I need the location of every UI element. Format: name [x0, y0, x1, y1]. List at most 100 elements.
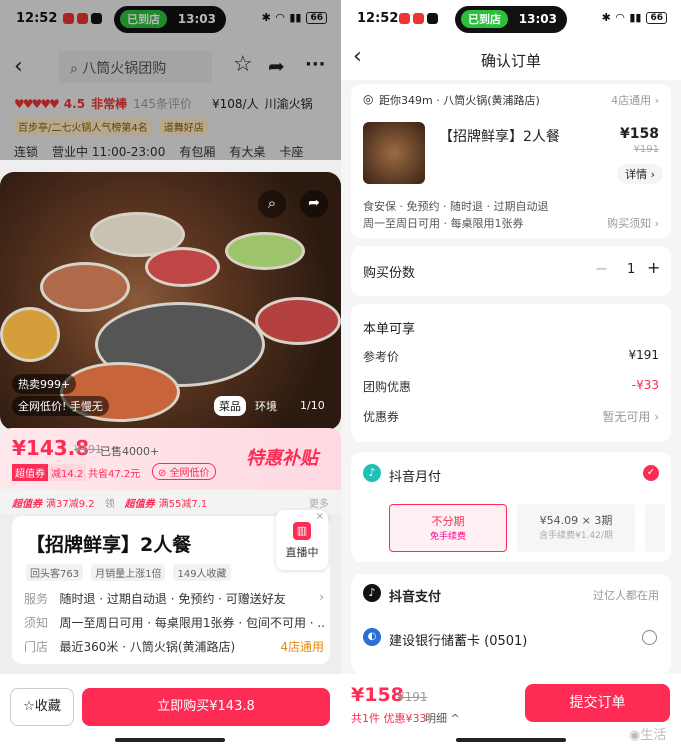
- close-icon[interactable]: ×: [316, 511, 324, 522]
- chip-sales-growth: 月销量上涨1倍: [91, 564, 166, 581]
- detail-button[interactable]: 详情 ›: [617, 164, 663, 184]
- signal-icon: ▮▮: [629, 11, 642, 24]
- favorite-label: 收藏: [34, 699, 61, 714]
- star-outline-icon: ☆: [23, 699, 35, 714]
- minus-icon[interactable]: −: [595, 259, 608, 278]
- coupon2-tag: 超值券: [124, 498, 155, 510]
- low-price-chip: ⊘ 全网低价: [152, 463, 216, 480]
- buy-now-button[interactable]: 立即购买¥143.8: [82, 688, 330, 726]
- quantity-label: 购买份数: [363, 266, 416, 281]
- special-subsidy-title: 特惠补贴: [246, 448, 318, 469]
- price-band: ¥143.8 ¥191 已售4000+ 超值券 减14.2 共省47.2元 ⊘ …: [0, 428, 341, 490]
- photo-tab-dishes[interactable]: 菜品: [214, 396, 246, 416]
- promo-amount: 减14.2: [48, 464, 87, 481]
- live-widget[interactable]: ▥ 直播中 ×: [276, 510, 328, 570]
- douyin-pay-note: 过亿人都在用: [593, 589, 659, 602]
- status-time-right: 12:52: [357, 11, 399, 26]
- order-product-card: ◎ 距你349m · 八筒火锅(黄浦路店) 4店通用 › 【招牌鲜享】2人餐 ¥…: [351, 84, 671, 238]
- notice-label: 须知: [24, 616, 49, 630]
- checked-icon[interactable]: ✓: [643, 465, 659, 481]
- notice-row[interactable]: 须知 周一至周日可用 · 每桌限用1张券 · 包间不可用 · ...: [24, 614, 324, 631]
- douyin-pay-label: 抖音支付: [389, 590, 442, 605]
- store-location: 距你349m · 八筒火锅(黄浦路店): [379, 94, 540, 107]
- service-label: 服务: [24, 592, 49, 606]
- price-detail-label: 明细: [425, 712, 447, 725]
- wifi-icon: ◠: [615, 11, 625, 24]
- coupon-label: 优惠券: [363, 410, 400, 424]
- monthly-pay-card: ♪ 抖音月付 ✓ 不分期 免手续费 ¥54.09 × 3期 含手续费¥1.42/…: [351, 452, 671, 562]
- watermark-logo-icon: ◉: [629, 728, 641, 743]
- coupon-value: 暂无可用: [602, 410, 651, 424]
- bluetooth-icon: ✱: [601, 11, 611, 24]
- store-count[interactable]: 4店通用: [280, 638, 324, 655]
- notice-text: 周一至周日可用 · 每桌限用1张券 · 包间不可用 · ...: [59, 616, 324, 630]
- checkout-bar: ¥158 ¥191 共1件 优惠¥33 明细 ^ 提交订单 ◉生活: [341, 674, 681, 750]
- product-price: ¥158: [620, 126, 659, 142]
- live-label: 直播中: [285, 546, 319, 559]
- group-discount-label: 团购优惠: [363, 380, 412, 394]
- product-thumbnail: [363, 122, 425, 184]
- discount-card: 本单可享 参考价 ¥191 团购优惠 -¥33 优惠券 暂无可用 ›: [351, 304, 671, 442]
- watermark-text: 生活: [640, 728, 667, 743]
- ref-price-value: ¥191: [628, 348, 659, 362]
- coupon-more[interactable]: 更多: [309, 495, 329, 510]
- product-detail-screen: 12:52 已到店 13:03 ✱ ◠ ▮▮ 66 ‹ ⌕ 八筒火锅团购 ☆ ➦…: [0, 0, 341, 750]
- price-detail-link[interactable]: 明细 ^: [425, 710, 460, 726]
- sold-count: 已售4000+: [100, 445, 160, 458]
- nav-bar: ‹ 确认订单: [341, 38, 681, 80]
- page-title: 确认订单: [480, 52, 541, 70]
- purchase-notice-link[interactable]: 购买须知 ›: [607, 215, 659, 231]
- quantity-card: 购买份数 − 1 +: [351, 246, 671, 296]
- service-text: 随时退 · 过期自动退 · 免预约 · 可赠送好友: [59, 592, 286, 606]
- plus-icon[interactable]: +: [647, 258, 660, 277]
- promo-tag: 超值券: [12, 464, 48, 481]
- confirm-order-screen: 12:52 已到店 13:03 ✱ ◠ ▮▮ 66 ‹ 确认订单 ◎ 距你349…: [341, 0, 681, 750]
- coupon-selector[interactable]: 暂无可用 ›: [602, 408, 659, 425]
- usage-text: 周一至周日可用 · 每桌限用1张券: [363, 217, 524, 230]
- home-indicator: [115, 738, 225, 742]
- dim-overlay: [0, 0, 341, 160]
- chip-repeat-customers: 回头客763: [26, 564, 84, 581]
- location-icon: ◎: [363, 92, 374, 106]
- photo-search-icon[interactable]: ⌕: [258, 190, 286, 218]
- installment-3[interactable]: ¥54.09 × 3期 含手续费¥1.42/期: [517, 504, 635, 552]
- pill-label-right: 已到店: [461, 10, 508, 28]
- store-label: 门店: [24, 640, 49, 654]
- douyin-pay-card: ♪ 抖音支付 过亿人都在用 ◐ 建设银行储蓄卡 (0501): [351, 574, 671, 674]
- photo-tab-environment[interactable]: 环境: [250, 396, 282, 416]
- live-activity-pill-right[interactable]: 已到店 13:03: [455, 6, 567, 33]
- hot-sale-badge: 热卖999+: [12, 374, 77, 394]
- submit-order-button[interactable]: 提交订单: [525, 684, 670, 722]
- stores-link[interactable]: 4店通用 ›: [611, 92, 659, 108]
- promo-chip: 超值券 减14.2: [12, 464, 87, 481]
- bank-card-label: 建设银行储蓄卡 (0501): [389, 634, 528, 649]
- bottom-bar: ☆收藏 立即购买¥143.8: [0, 674, 341, 750]
- installment-more[interactable]: [645, 504, 665, 552]
- product-photo[interactable]: ⌕ ➦ 热卖999+ 全网低价! 手慢无 菜品 环境 1/10: [0, 172, 341, 430]
- service-row[interactable]: 服务 随时退 · 过期自动退 · 免预约 · 可赠送好友 ›: [24, 590, 324, 607]
- low-price-label: 全网低价: [169, 468, 210, 479]
- store-row[interactable]: 门店 最近360米 · 八筒火锅(黄浦路店) 4店通用: [24, 638, 324, 655]
- favorite-button[interactable]: ☆收藏: [10, 688, 74, 726]
- deal-chips: 回头客763 月销量上涨1倍 149人收藏: [26, 564, 231, 581]
- installment-3-sub: 含手续费¥1.42/期: [539, 531, 613, 541]
- stores-count: 4店通用: [611, 94, 652, 107]
- installment-none-title: 不分期: [431, 515, 465, 528]
- home-indicator-right: [456, 738, 566, 742]
- watermark: ◉生活: [629, 724, 666, 743]
- pill-time-right: 13:03: [518, 12, 557, 26]
- douyin-monthly-icon: ♪: [363, 464, 381, 482]
- installment-3-title: ¥54.09 × 3期: [539, 514, 613, 527]
- bank-radio[interactable]: [642, 630, 657, 645]
- photo-page-indicator: 1/10: [300, 399, 325, 412]
- total-original: ¥191: [397, 690, 428, 704]
- photo-share-icon[interactable]: ➦: [300, 190, 328, 218]
- coupon-claim[interactable]: 领: [105, 495, 115, 510]
- coupon1-text: 满37减9.2: [46, 498, 95, 510]
- chip-favorites: 149人收藏: [173, 564, 231, 581]
- store-text: 最近360米 · 八筒火锅(黄浦路店): [59, 640, 236, 654]
- save-text: 共省47.2元: [88, 469, 141, 480]
- quantity-value: 1: [627, 262, 636, 277]
- status-indicators-right: ✱ ◠ ▮▮ 66: [602, 11, 667, 24]
- installment-none[interactable]: 不分期 免手续费: [389, 504, 507, 552]
